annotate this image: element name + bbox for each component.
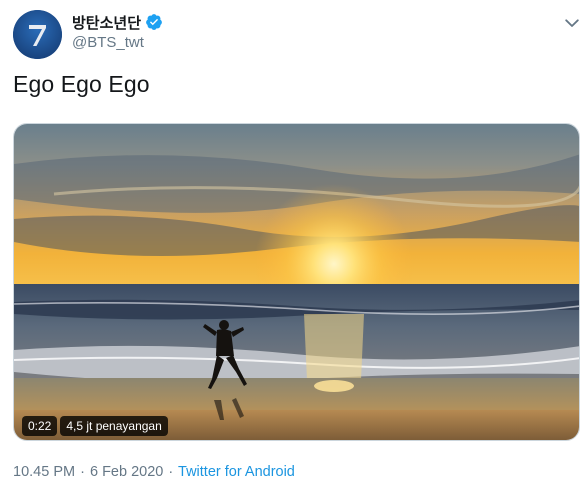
tweet-source-link[interactable]: Twitter for Android	[178, 464, 295, 480]
verified-badge-icon	[146, 14, 162, 30]
video-thumbnail	[14, 124, 579, 440]
tweet-text: Ego Ego Ego	[13, 71, 150, 97]
avatar-seven-logo	[13, 10, 62, 59]
video-duration-badge: 0:22	[22, 416, 58, 436]
tweet-card: 방탄소년단 @BTS_twt Ego Ego Ego 0:22 4,5 jt p…	[0, 0, 588, 495]
meta-separator: ·	[168, 464, 174, 480]
author-name-row: 방탄소년단	[72, 11, 163, 33]
chevron-down-icon	[565, 18, 579, 27]
meta-separator: ·	[80, 464, 85, 480]
tweet-meta: 10.45 PM · 6 Feb 2020 · Twitter for Andr…	[13, 464, 295, 480]
author-block: 방탄소년단 @BTS_twt	[72, 11, 163, 51]
video-views-badge: 4,5 jt penayangan	[60, 416, 168, 436]
display-name[interactable]: 방탄소년단	[72, 12, 141, 33]
tweet-time[interactable]: 10.45 PM	[13, 464, 75, 480]
more-options-button[interactable]	[563, 14, 581, 32]
avatar[interactable]	[13, 10, 62, 59]
video-player[interactable]: 0:22 4,5 jt penayangan	[13, 123, 580, 441]
video-badges: 0:22 4,5 jt penayangan	[22, 416, 168, 436]
author-handle[interactable]: @BTS_twt	[72, 34, 163, 51]
tweet-date[interactable]: 6 Feb 2020	[90, 464, 163, 480]
